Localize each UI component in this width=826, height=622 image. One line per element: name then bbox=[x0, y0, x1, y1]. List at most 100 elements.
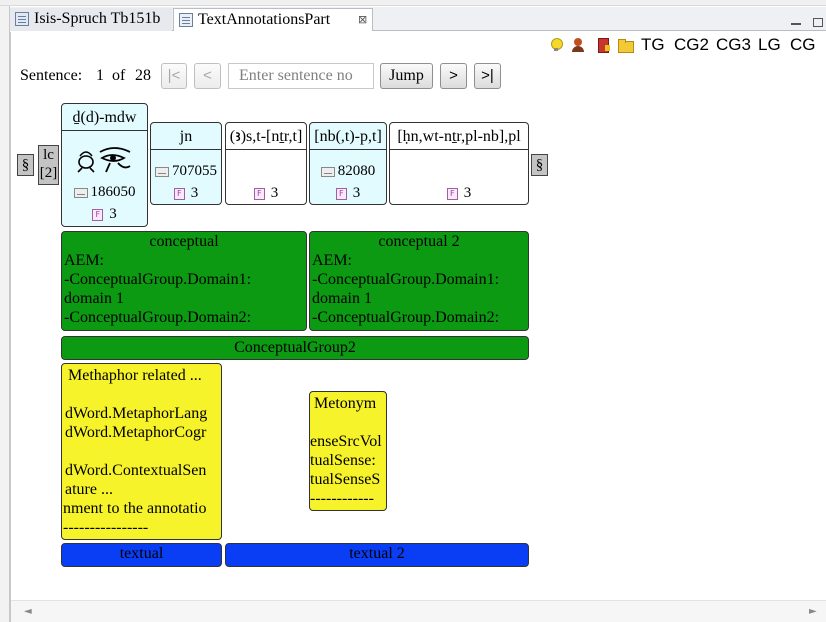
sentence-end-marker[interactable]: § bbox=[531, 154, 548, 176]
conceptual-group2-annotation[interactable]: ConceptualGroup2 bbox=[61, 336, 529, 360]
word-transliteration: [ḥn,wt-nṯr,pl-nb],pl bbox=[390, 123, 528, 150]
next-sentence-button[interactable]: > bbox=[440, 63, 467, 89]
annotation-line: -ConceptualGroup.Domain2: bbox=[64, 309, 252, 326]
tab-isis-spruch[interactable]: Isis-Spruch Tb151b bbox=[10, 8, 172, 31]
line-count-marker[interactable]: lc [2] bbox=[38, 145, 59, 185]
word-transliteration: ḏ(d)-mdw bbox=[62, 104, 147, 131]
lemma-icon bbox=[320, 166, 335, 177]
toolbar-cg-button[interactable]: CG bbox=[790, 34, 816, 56]
annotation-line: tualSenseS bbox=[310, 471, 381, 488]
toolbar-tg-button[interactable]: TG bbox=[641, 34, 665, 56]
toolbar-cg3-button[interactable]: CG3 bbox=[716, 34, 751, 56]
word-annotation-count: 3 bbox=[109, 206, 117, 222]
person-icon[interactable] bbox=[570, 37, 586, 53]
tab-label: TextAnnotationsPart bbox=[198, 11, 331, 28]
annotation-line: -ConceptualGroup.Domain1: bbox=[64, 271, 252, 288]
annotation-line: -ConceptualGroup.Domain2: bbox=[312, 309, 500, 326]
annotation-line: -ConceptualGroup.Domain1: bbox=[312, 271, 500, 288]
application-window: Isis-Spruch Tb151b TextAnnotationsPart ⊠… bbox=[0, 0, 826, 622]
word-annotation-count: 3 bbox=[270, 185, 279, 201]
jump-button[interactable]: Jump bbox=[380, 63, 433, 89]
word-box[interactable]: [nb(,t)-p,t] 82080 3 bbox=[309, 122, 387, 205]
toolbar-lg-button[interactable]: LG bbox=[758, 34, 781, 56]
annotation-line: ---------------- bbox=[63, 519, 149, 536]
tab-label: Isis-Spruch Tb151b bbox=[34, 10, 161, 27]
lemma-icon bbox=[73, 187, 88, 198]
metaphor-annotation[interactable]: Methaphor related ... dWord.MetaphorLang… bbox=[61, 363, 222, 540]
word-transliteration: jn bbox=[151, 123, 221, 150]
word-box[interactable]: jn 707055 3 bbox=[150, 122, 222, 205]
document-icon bbox=[15, 12, 29, 26]
flexcode-icon bbox=[446, 187, 458, 200]
word-box[interactable]: (ꜣ)s,t-[nṯr,t] 3 bbox=[225, 122, 307, 205]
hieroglyph-glyphs bbox=[77, 147, 131, 173]
textual-2-annotation[interactable]: textual 2 bbox=[225, 543, 529, 567]
textual-annotation[interactable]: textual bbox=[61, 543, 222, 567]
sentence-number-input[interactable]: Enter sentence no bbox=[228, 63, 374, 89]
sentence-navigation: Sentence: 1 of 28 |< < Enter sentence no… bbox=[11, 62, 817, 92]
flexcode-icon bbox=[92, 208, 104, 221]
word-lemma-id: 82080 bbox=[337, 163, 376, 179]
conceptual-annotation[interactable]: conceptual AEM: -ConceptualGroup.Domain1… bbox=[61, 231, 307, 331]
toolbar-cg2-button[interactable]: CG2 bbox=[674, 34, 709, 56]
lc-index: [2] bbox=[39, 165, 58, 181]
scroll-right-icon[interactable]: ► bbox=[809, 606, 817, 617]
annotation-canvas: § lc [2] ḏ(d)-mdw 186050 3 jn 7070 bbox=[11, 100, 817, 600]
word-transliteration: (ꜣ)s,t-[nṯr,t] bbox=[226, 123, 306, 150]
annotation-line bbox=[62, 442, 221, 461]
word-box[interactable]: [ḥn,wt-nṯr,pl-nb],pl 3 bbox=[389, 122, 529, 205]
sentence-label: Sentence: bbox=[20, 67, 83, 84]
annotation-toolbar: TG CG2 CG3 LG CG bbox=[11, 32, 817, 58]
metonym-annotation[interactable]: Metonym enseSrcVol tualSense: tualSenseS… bbox=[309, 391, 387, 511]
last-sentence-button[interactable]: >| bbox=[474, 63, 501, 89]
annotation-line: ------------ bbox=[310, 490, 374, 507]
sentence-start-marker[interactable]: § bbox=[17, 154, 34, 176]
tab-text-annotations-part[interactable]: TextAnnotationsPart ⊠ bbox=[173, 8, 373, 31]
close-icon[interactable]: ⊠ bbox=[358, 9, 367, 31]
word-annotation-count: 3 bbox=[352, 185, 361, 201]
annotation-title: Methaphor related ... bbox=[68, 367, 202, 384]
editor-content: TG CG2 CG3 LG CG Sentence: 1 of 28 |< < … bbox=[10, 32, 826, 622]
document-icon bbox=[179, 13, 193, 27]
flexcode-icon bbox=[173, 187, 185, 200]
word-transliteration: [nb(,t)-p,t] bbox=[310, 123, 386, 150]
annotation-title: ConceptualGroup2 bbox=[234, 339, 356, 356]
word-annotation-count: 3 bbox=[463, 185, 472, 201]
annotation-line: domain 1 bbox=[312, 290, 372, 307]
annotation-title: conceptual 2 bbox=[378, 233, 460, 250]
annotation-line: AEM: bbox=[312, 252, 352, 269]
word-box[interactable]: ḏ(d)-mdw 186050 3 bbox=[61, 103, 148, 227]
annotation-line: tualSense: bbox=[310, 452, 376, 469]
word-annotation-count: 3 bbox=[190, 185, 199, 201]
word-lemma-id: 707055 bbox=[172, 163, 217, 179]
annotation-line: enseSrcVol bbox=[310, 433, 382, 450]
lemma-icon bbox=[155, 166, 169, 177]
total-sentences: 28 bbox=[135, 67, 151, 84]
word-lemma-id: 186050 bbox=[90, 184, 136, 200]
minimize-icon[interactable] bbox=[790, 17, 802, 29]
editor-tab-bar: Isis-Spruch Tb151b TextAnnotationsPart ⊠ bbox=[10, 7, 826, 31]
lc-label: lc bbox=[43, 147, 54, 163]
annotation-line: ature ... bbox=[65, 481, 113, 498]
maximize-icon[interactable] bbox=[813, 18, 823, 27]
annotation-line: dWord.MetaphorCogr bbox=[65, 424, 207, 441]
window-top-strip bbox=[0, 0, 826, 6]
annotation-line: dWord.ContextualSen bbox=[65, 462, 207, 479]
horizontal-scrollbar[interactable]: ◄ ► bbox=[11, 600, 826, 622]
first-sentence-button[interactable]: |< bbox=[161, 63, 187, 89]
left-side-panel bbox=[0, 6, 10, 622]
annotation-line: domain 1 bbox=[64, 290, 124, 307]
annotation-line: AEM: bbox=[64, 252, 104, 269]
folder-icon[interactable] bbox=[617, 37, 634, 53]
book-icon[interactable] bbox=[595, 37, 611, 53]
annotation-title: conceptual bbox=[149, 233, 219, 250]
conceptual-2-annotation[interactable]: conceptual 2 AEM: -ConceptualGroup.Domai… bbox=[309, 231, 529, 331]
lightbulb-icon[interactable] bbox=[548, 37, 564, 53]
scroll-left-icon[interactable]: ◄ bbox=[24, 606, 32, 617]
flexcode-icon bbox=[335, 187, 347, 200]
flexcode-icon bbox=[253, 187, 265, 200]
annotation-line: dWord.MetaphorLang bbox=[65, 405, 208, 422]
annotation-line: nment to the annotatio bbox=[63, 500, 207, 517]
of-label: of bbox=[112, 67, 126, 84]
previous-sentence-button[interactable]: < bbox=[194, 63, 221, 89]
